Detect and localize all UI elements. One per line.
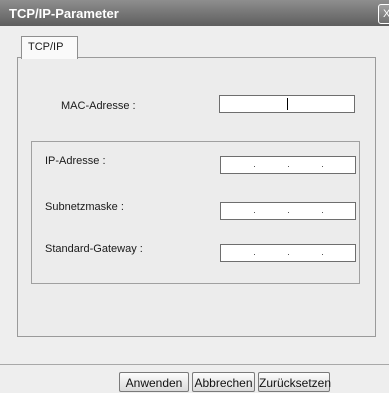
- close-icon: X: [383, 8, 389, 20]
- window-title: TCP/IP-Parameter: [9, 6, 119, 21]
- octet-separator: [254, 166, 255, 167]
- octet-separator: [322, 166, 323, 167]
- text-cursor: [287, 98, 288, 110]
- octet-separator: [322, 254, 323, 255]
- octet-separator: [322, 212, 323, 213]
- octet-separator: [254, 212, 255, 213]
- title-bar[interactable]: TCP/IP-Parameter X: [0, 0, 389, 26]
- ip-address-input[interactable]: [220, 156, 356, 174]
- default-gateway-input[interactable]: [220, 244, 356, 262]
- ip-address-label: IP-Adresse :: [45, 155, 106, 167]
- mac-address-input[interactable]: [219, 95, 355, 113]
- mac-address-label: MAC-Adresse :: [61, 100, 136, 112]
- octet-separator: [288, 166, 289, 167]
- default-gateway-label: Standard-Gateway :: [45, 243, 143, 255]
- octet-separator: [288, 254, 289, 255]
- apply-button[interactable]: Anwenden: [119, 372, 189, 392]
- footer-divider: [0, 364, 389, 365]
- subnet-mask-input[interactable]: [220, 202, 356, 220]
- tab-label: TCP/IP: [28, 41, 64, 53]
- close-button[interactable]: X: [378, 4, 389, 24]
- octet-separator: [254, 254, 255, 255]
- reset-button[interactable]: Zurücksetzen: [258, 372, 331, 392]
- cancel-button[interactable]: Abbrechen: [192, 372, 255, 392]
- subnet-mask-label: Subnetzmaske :: [45, 201, 124, 213]
- octet-separator: [288, 212, 289, 213]
- tab-panel: MAC-Adresse : IP-Adresse : Subnetzmaske …: [17, 57, 376, 337]
- tab-tcp-ip[interactable]: TCP/IP: [21, 36, 78, 59]
- ip-settings-group: IP-Adresse : Subnetzmaske : Standard-Gat…: [31, 141, 360, 284]
- dialog-window: TCP/IP-Parameter X TCP/IP MAC-Adresse : …: [0, 0, 389, 393]
